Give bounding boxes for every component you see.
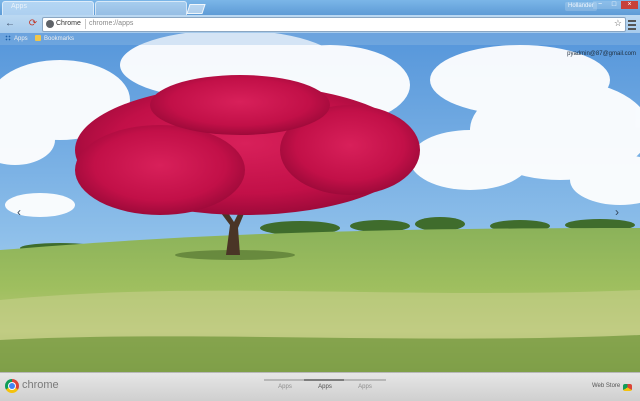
maximize-button[interactable]: □ — [607, 1, 621, 9]
page-tab-1[interactable]: Apps — [264, 379, 306, 397]
apps-bottom-bar: chrome Apps Apps Apps Web Store — [0, 372, 640, 401]
minimize-button[interactable]: − — [593, 1, 607, 9]
url-text[interactable]: chrome://apps — [89, 19, 133, 29]
profile-button[interactable]: Hollander — [565, 2, 597, 11]
user-email[interactable]: pyadmin@87@gmail.com — [567, 51, 636, 57]
close-button[interactable]: × — [621, 1, 638, 9]
web-store-link[interactable]: Web Store — [592, 383, 620, 389]
bookmark-label: Apps — [14, 36, 28, 42]
chevron-right-icon[interactable]: › — [615, 205, 619, 219]
bookmark-apps[interactable]: Apps — [5, 34, 28, 44]
page-tab-indicator — [304, 379, 346, 381]
web-store-icon[interactable] — [623, 384, 632, 391]
chrome-page-icon — [46, 20, 54, 28]
back-arrow-icon[interactable]: ← — [4, 18, 16, 30]
new-tab-button[interactable] — [186, 4, 206, 14]
tab-title: Apps — [11, 3, 27, 10]
page-tab-indicator — [344, 379, 386, 381]
bookmarks-bar: Apps Bookmarks — [0, 33, 640, 45]
bookmark-label: Bookmarks — [44, 36, 75, 42]
address-bar[interactable]: Chrome chrome://apps ☆ — [42, 17, 626, 32]
tab-apps[interactable]: Apps — [2, 1, 94, 15]
chevron-left-icon[interactable]: ‹ — [17, 205, 21, 219]
star-icon[interactable]: ☆ — [614, 18, 622, 29]
folder-icon — [35, 35, 41, 41]
theme-background — [0, 0, 640, 400]
hamburger-menu-icon[interactable] — [628, 18, 636, 30]
chrome-logo-icon — [5, 379, 19, 393]
apps-grid-icon — [5, 35, 11, 41]
brand-wordmark: chrome — [22, 379, 59, 391]
reload-icon[interactable]: ⟳ — [27, 18, 39, 30]
bookmark-folder[interactable]: Bookmarks — [35, 34, 74, 44]
page-tab-indicator — [264, 379, 306, 381]
tab-strip: Apps Hollander − □ × — [0, 0, 640, 15]
page-tab-label: Apps — [318, 384, 332, 390]
page-tab-label: Apps — [278, 384, 292, 390]
page-tab-2[interactable]: Apps — [304, 379, 346, 397]
tab-second[interactable] — [95, 1, 187, 15]
omnibox-chip: Chrome — [56, 19, 86, 29]
browser-toolbar: ← ⟳ Chrome chrome://apps ☆ — [0, 15, 640, 33]
page-tab-label: Apps — [358, 384, 372, 390]
page-tab-3[interactable]: Apps — [344, 379, 386, 397]
